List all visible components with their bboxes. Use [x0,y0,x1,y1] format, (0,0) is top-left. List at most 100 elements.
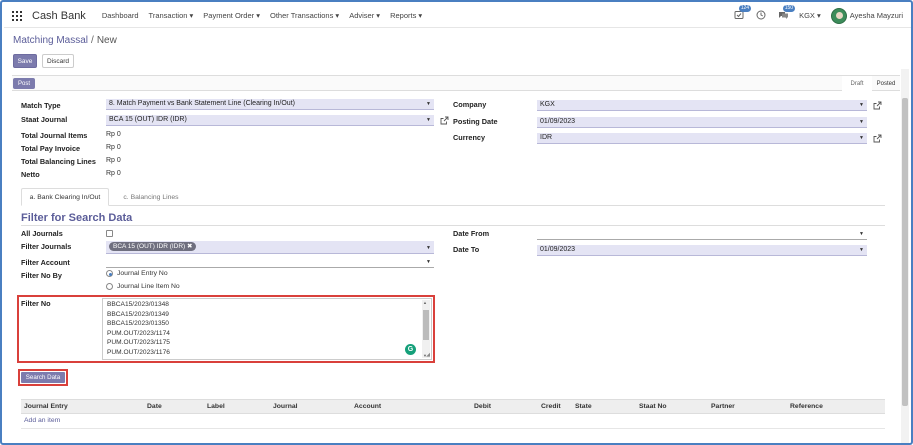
staat-journal-select[interactable]: BCA 15 (OUT) IDR (IDR) ▼ [106,115,434,126]
col-journal[interactable]: Journal [273,400,298,414]
chevron-down-icon: ▼ [859,231,864,237]
journal-items-table: Journal Entry Date Label Journal Account… [21,399,885,429]
col-credit[interactable]: Credit [541,400,561,414]
filter-no-line: BBCA15/2023/01348 [107,301,169,308]
menu-dashboard[interactable]: Dashboard [102,11,139,20]
filter-no-textarea[interactable]: BBCA15/2023/01348 BBCA15/2023/01349 BBCA… [102,298,432,360]
col-journal-entry[interactable]: Journal Entry [24,400,68,414]
external-link-icon[interactable] [873,134,882,143]
breadcrumb-separator: / [91,35,94,46]
date-to-field[interactable]: 01/09/2023 ▼ [537,245,867,256]
radio-journal-entry-no[interactable]: Journal Entry No [106,270,168,277]
radio-button[interactable] [106,270,113,277]
date-from-label: Date From [453,229,490,238]
notebook-tabs: a. Bank Clearing In/Out c. Balancing Lin… [21,188,885,206]
match-type-label: Match Type [21,101,61,110]
date-to-label: Date To [453,245,480,254]
discard-button[interactable]: Discard [42,54,74,68]
all-journals-checkbox[interactable] [106,230,113,237]
add-item-link[interactable]: Add an item [24,417,60,424]
clock-icon[interactable] [755,10,767,22]
page-scrollbar[interactable] [901,69,909,443]
activity-icon[interactable]: 124 [733,4,752,22]
messages-badge: 150 [782,4,796,12]
tab-balancing-lines[interactable]: c. Balancing Lines [117,188,185,206]
stage-draft[interactable]: Draft [842,76,872,91]
user-name[interactable]: Ayesha Mayzuri [850,11,903,20]
chevron-down-icon: ▼ [426,117,431,123]
table-row: Add an item [21,414,885,429]
external-link-icon[interactable] [440,116,449,125]
col-reference[interactable]: Reference [790,400,823,414]
radio-label: Journal Entry No [117,270,168,277]
search-data-button[interactable]: Search Data [21,372,65,383]
company-switcher[interactable]: KGX ▾ [799,11,821,20]
total-journal-items-value: Rp 0 [106,131,121,138]
filter-no-line: BBCA15/2023/01350 [107,320,169,328]
activity-badge: 124 [738,4,752,12]
col-partner[interactable]: Partner [711,400,735,414]
save-button[interactable]: Save [13,54,37,68]
col-account[interactable]: Account [354,400,381,414]
tab-bank-clearing[interactable]: a. Bank Clearing In/Out [21,188,109,206]
menu-other-transactions[interactable]: Other Transactions ▾ [270,11,339,20]
company-value: KGX [540,101,555,108]
post-button[interactable]: Post [13,78,35,89]
grammarly-icon[interactable]: G [405,344,416,355]
chevron-down-icon: ▼ [859,247,864,253]
search-highlight: Search Data [18,369,68,386]
external-link-icon[interactable] [873,101,882,110]
col-staat-no[interactable]: Staat No [639,400,667,414]
currency-value: IDR [540,134,553,141]
col-date[interactable]: Date [147,400,162,414]
form-sheet: Match Type 8. Match Payment vs Bank Stat… [12,95,900,443]
match-type-select[interactable]: 8. Match Payment vs Bank Statement Line … [106,99,434,110]
filter-journals-many2many[interactable]: BCA 15 (OUT) IDR (IDR) ✖ ▼ [106,241,434,254]
journal-tag[interactable]: BCA 15 (OUT) IDR (IDR) ✖ [109,242,197,251]
filter-no-lines: BBCA15/2023/01348 BBCA15/2023/01349 BBCA… [107,300,170,358]
filter-journals-label: Filter Journals [21,242,72,251]
filter-no-line: BBCA15/2023/01349 [107,310,169,318]
radio-journal-line-item-no[interactable]: Journal Line Item No [106,283,180,290]
col-debit[interactable]: Debit [474,400,491,414]
col-label[interactable]: Label [207,400,225,414]
menu-adviser[interactable]: Adviser ▾ [349,11,380,20]
col-state[interactable]: State [575,400,592,414]
stage-posted[interactable]: Posted [872,76,900,91]
menu-transaction[interactable]: Transaction ▾ [149,11,194,20]
posting-date-field[interactable]: 01/09/2023 ▼ [537,117,867,128]
total-balancing-lines-label: Total Balancing Lines [21,157,96,166]
filter-account-select[interactable]: ▼ [106,257,434,268]
menu-reports[interactable]: Reports ▾ [390,11,422,20]
match-type-value: 8. Match Payment vs Bank Statement Line … [109,100,295,107]
resize-handle-icon[interactable]: ◢ [426,352,430,358]
company-select[interactable]: KGX ▼ [537,100,867,111]
netto-label: Netto [21,170,40,179]
radio-button[interactable] [106,283,113,290]
breadcrumb-parent[interactable]: Matching Massal [13,35,88,46]
window-frame: Cash Bank Dashboard Transaction ▾ Paymen… [0,0,913,445]
chevron-down-icon: ▼ [859,119,864,125]
chevron-down-icon: ▼ [426,101,431,107]
currency-select[interactable]: IDR ▼ [537,133,867,144]
page-scroll-thumb[interactable] [902,98,908,406]
scroll-up-icon[interactable]: ▲ [423,300,427,305]
total-journal-items-label: Total Journal Items [21,131,88,140]
filter-no-label: Filter No [21,299,51,308]
top-navbar: Cash Bank Dashboard Transaction ▾ Paymen… [4,4,911,28]
apps-grid-icon[interactable] [12,10,22,21]
date-to-value: 01/09/2023 [540,246,576,253]
avatar[interactable] [830,7,847,24]
textarea-scrollbar[interactable]: ▲ ▼ [422,300,430,358]
menu-payment-order[interactable]: Payment Order ▾ [203,11,260,20]
app-title[interactable]: Cash Bank [32,10,86,22]
total-pay-invoice-label: Total Pay Invoice [21,144,81,153]
radio-label: Journal Line Item No [117,283,180,290]
currency-label: Currency [453,133,486,142]
chat-icon[interactable]: 150 [777,4,796,22]
scroll-thumb[interactable] [423,310,429,340]
staat-journal-label: Staat Journal [21,115,68,124]
breadcrumb-current: New [96,35,117,46]
date-from-field[interactable]: ▼ [537,229,867,240]
posting-date-label: Posting Date [453,117,498,126]
